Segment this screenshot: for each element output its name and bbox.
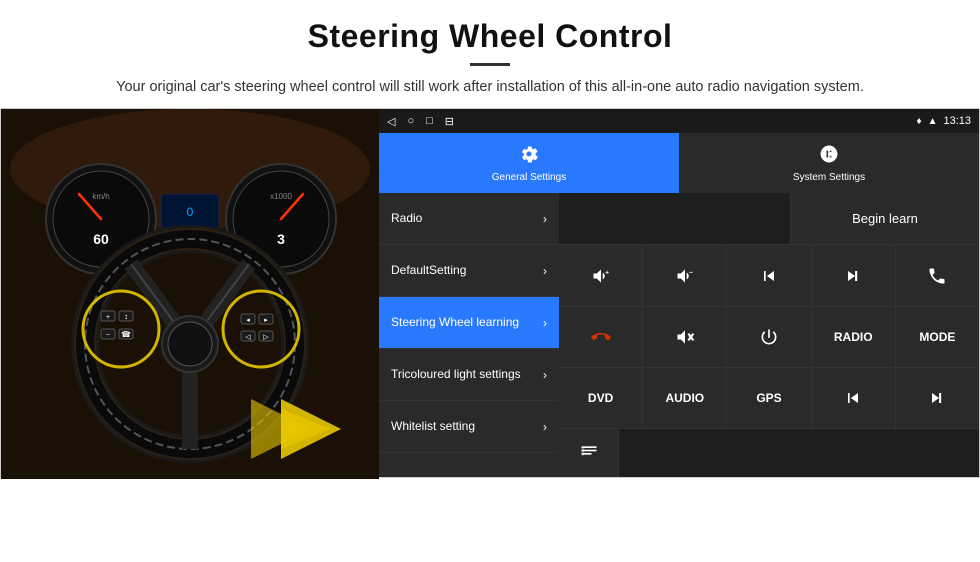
clock: 13:13 <box>943 115 971 127</box>
menu-item-default-label: DefaultSetting <box>391 263 466 279</box>
menu-item-default[interactable]: DefaultSetting › <box>379 245 559 297</box>
header-section: Steering Wheel Control Your original car… <box>0 0 980 108</box>
home-icon[interactable]: ○ <box>407 115 414 127</box>
tab-general[interactable]: General Settings <box>379 133 679 193</box>
vol-up-button[interactable]: + <box>559 245 643 305</box>
svg-text:−: − <box>106 332 110 339</box>
src-next-button[interactable] <box>896 368 979 428</box>
radio-button[interactable]: RADIO <box>812 307 896 367</box>
svg-text:60: 60 <box>93 231 109 247</box>
car-image-area: 60 km/h 3 x1000 0 <box>1 109 379 479</box>
menu-item-radio-label: Radio <box>391 211 422 227</box>
power-button[interactable] <box>727 307 811 367</box>
svg-text:0: 0 <box>187 205 194 219</box>
gps-icon: ♦ <box>916 116 921 127</box>
recents-icon[interactable]: □ <box>426 115 433 127</box>
tab-general-label: General Settings <box>492 172 567 183</box>
prev-track-button[interactable] <box>727 245 811 305</box>
menu-item-steering-label: Steering Wheel learning <box>391 315 519 331</box>
phone-button[interactable] <box>896 245 979 305</box>
status-bar-left: ◁ ○ □ ⊟ <box>387 115 454 128</box>
svg-text:+: + <box>106 314 110 321</box>
svg-text:x1000: x1000 <box>270 192 292 201</box>
begin-learn-row: Begin learn <box>559 193 979 245</box>
next-track-button[interactable] <box>812 245 896 305</box>
mute-button[interactable]: × <box>643 307 727 367</box>
svg-text:3: 3 <box>277 231 285 247</box>
title-divider <box>470 63 510 66</box>
vol-down-button[interactable]: − <box>643 245 727 305</box>
mode-label: MODE <box>919 330 955 344</box>
begin-learn-button[interactable]: Begin learn <box>791 193 979 244</box>
status-bar-right: ♦ ▲ 13:13 <box>916 115 971 127</box>
svg-text:◂: ◂ <box>246 317 250 324</box>
settings-gear-icon <box>519 144 539 169</box>
radio-label: RADIO <box>834 330 873 344</box>
btn-row-3: DVD AUDIO GPS <box>559 368 979 429</box>
list-icon-button[interactable] <box>559 429 619 477</box>
svg-text:◁: ◁ <box>245 334 251 341</box>
begin-learn-label: Begin learn <box>852 211 918 226</box>
svg-text:▷: ▷ <box>263 334 269 341</box>
tab-system[interactable]: System Settings <box>679 133 979 193</box>
audio-label: AUDIO <box>665 391 704 405</box>
right-panel: Begin learn + <box>559 193 979 477</box>
btn-row-2: × RADIO MODE <box>559 307 979 368</box>
content-area: Radio › DefaultSetting › Steering Wheel … <box>379 193 979 477</box>
empty-btn-1 <box>619 429 979 477</box>
menu-arrow-steering: › <box>543 316 547 330</box>
main-content: 60 km/h 3 x1000 0 <box>0 108 980 478</box>
menu-arrow-radio: › <box>543 212 547 226</box>
svg-text:km/h: km/h <box>92 192 109 201</box>
signal-icon: ▲ <box>928 116 938 127</box>
tab-system-label: System Settings <box>793 172 865 183</box>
button-grid: + − <box>559 245 979 477</box>
dvd-button[interactable]: DVD <box>559 368 643 428</box>
src-prev-button[interactable] <box>812 368 896 428</box>
menu-arrow-default: › <box>543 264 547 278</box>
gps-button[interactable]: GPS <box>727 368 811 428</box>
audio-button[interactable]: AUDIO <box>643 368 727 428</box>
menu-item-tricoloured[interactable]: Tricoloured light settings › <box>379 349 559 401</box>
tab-bar: General Settings System Settings <box>379 133 979 193</box>
back-icon[interactable]: ◁ <box>387 115 395 128</box>
mode-button[interactable]: MODE <box>896 307 979 367</box>
status-bar: ◁ ○ □ ⊟ ♦ ▲ 13:13 <box>379 109 979 133</box>
btn-row-1: + − <box>559 245 979 306</box>
svg-text:↕: ↕ <box>124 312 128 321</box>
svg-text:☎: ☎ <box>121 330 131 339</box>
menu-arrow-whitelist: › <box>543 420 547 434</box>
hangup-button[interactable] <box>559 307 643 367</box>
menu-item-whitelist[interactable]: Whitelist setting › <box>379 401 559 453</box>
menu-item-radio[interactable]: Radio › <box>379 193 559 245</box>
header-description: Your original car's steering wheel contr… <box>40 76 940 98</box>
menu-arrow-tricoloured: › <box>543 368 547 382</box>
begin-learn-empty-area <box>559 193 791 244</box>
svg-text:▸: ▸ <box>264 317 268 324</box>
btn-row-4 <box>559 429 979 477</box>
page-title: Steering Wheel Control <box>40 18 940 55</box>
android-ui: ◁ ○ □ ⊟ ♦ ▲ 13:13 General Settings <box>379 109 979 477</box>
menu-item-whitelist-label: Whitelist setting <box>391 419 475 435</box>
dvd-label: DVD <box>588 391 613 405</box>
svg-text:+: + <box>605 269 609 276</box>
menu-item-tricoloured-label: Tricoloured light settings <box>391 367 521 383</box>
menu-item-steering[interactable]: Steering Wheel learning › <box>379 297 559 349</box>
system-settings-icon <box>819 144 839 169</box>
svg-text:−: − <box>689 269 693 276</box>
menu-icon[interactable]: ⊟ <box>445 115 454 128</box>
left-menu: Radio › DefaultSetting › Steering Wheel … <box>379 193 559 477</box>
gps-label: GPS <box>756 391 781 405</box>
svg-text:×: × <box>688 334 692 341</box>
